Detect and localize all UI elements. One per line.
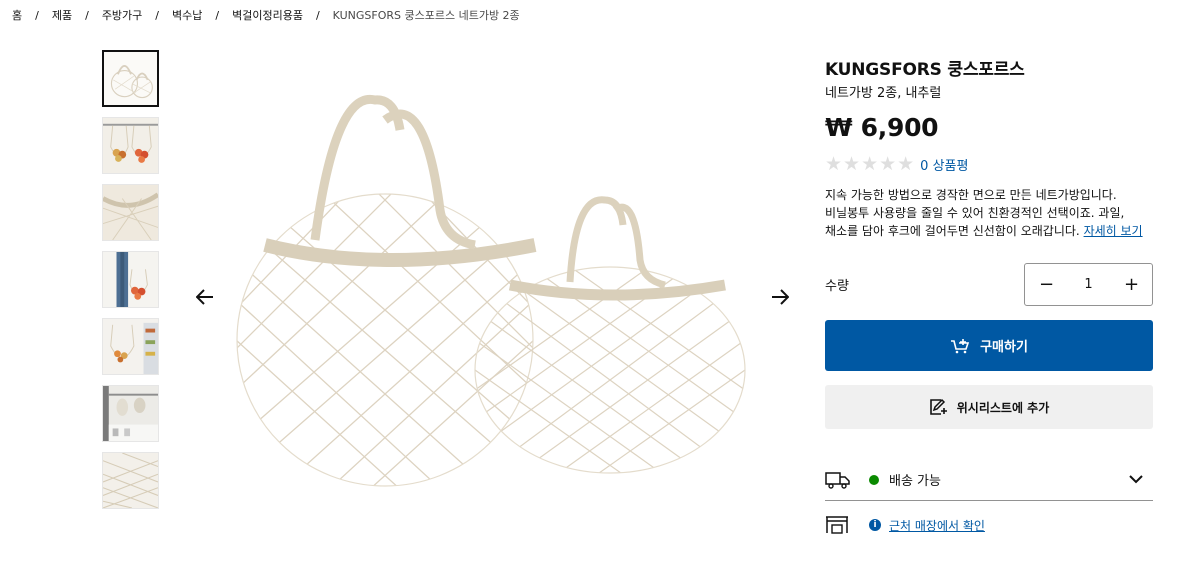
delivery-availability-row[interactable]: 배송 가능: [825, 459, 1153, 501]
next-image-button[interactable]: [768, 285, 792, 309]
quantity-stepper: − 1 +: [1024, 263, 1153, 306]
breadcrumb-separator: /: [85, 8, 89, 22]
thumbnail-bag-pair[interactable]: [102, 50, 159, 107]
description-line-1: 지속 가능한 방법으로 경작한 면으로 만든 네트가방입니다.: [825, 188, 1117, 202]
info-icon: i: [869, 519, 881, 531]
net-bags-illustration: [236, 94, 746, 487]
arrow-right-icon: [772, 289, 789, 305]
thumbnail-person-carrying[interactable]: [102, 251, 159, 308]
quantity-value[interactable]: 1: [1084, 277, 1092, 292]
thumbnail-hanging-produce-image: [103, 118, 158, 173]
thumbnail-rail-bags[interactable]: [102, 385, 159, 442]
breadcrumb-separator: /: [155, 8, 160, 22]
breadcrumb-wall-storage[interactable]: 벽수납: [172, 7, 202, 23]
store-icon: [825, 516, 859, 534]
truck-icon: [825, 471, 859, 489]
product-info-panel: KUNGSFORS 쿵스포르스 네트가방 2종, 내추럴 ₩ 6,900 ★★★…: [825, 58, 1153, 240]
thumbnail-strip: [102, 50, 159, 519]
breadcrumb-current: KUNGSFORS 쿵스포르스 네트가방 2종: [332, 9, 520, 22]
delivery-status-label: 배송 가능: [889, 474, 941, 489]
thumbnail-bag-pair-image: [104, 52, 157, 105]
buy-button-label: 구매하기: [980, 340, 1028, 355]
rating: ★★★★★ 0 상품평: [825, 154, 1153, 174]
thumbnail-person-carrying-image: [103, 252, 158, 307]
quantity-row: 수량 − 1 +: [825, 263, 1153, 306]
thumbnail-net-closeup-image: [103, 185, 158, 240]
review-count-link[interactable]: 0 상품평: [920, 155, 968, 174]
thumbnail-net-closeup[interactable]: [102, 184, 159, 241]
thumbnail-net-pattern-image: [103, 453, 158, 508]
breadcrumb-kitchen-furniture[interactable]: 주방가구: [102, 7, 142, 23]
quantity-increase-button[interactable]: +: [1124, 275, 1139, 294]
thumbnail-kitchen-wall[interactable]: [102, 318, 159, 375]
breadcrumb-home[interactable]: 홈: [12, 7, 22, 23]
previous-image-button[interactable]: [193, 285, 217, 309]
quantity-label: 수량: [825, 279, 849, 294]
product-subtitle: 네트가방 2종, 내추럴: [825, 86, 942, 101]
check-nearby-store-link[interactable]: 근처 매장에서 확인: [889, 517, 985, 534]
wishlist-add-icon: [929, 398, 947, 416]
breadcrumb-separator: /: [35, 8, 39, 22]
product-description: 지속 가능한 방법으로 경작한 면으로 만든 네트가방입니다. 비닐봉투 사용량…: [825, 186, 1153, 240]
chevron-down-icon: [1129, 475, 1143, 484]
breadcrumb: 홈 / 제품 / 주방가구 / 벽수납 / 벽걸이정리용품 / KUNGSFOR…: [12, 6, 520, 24]
buy-button[interactable]: 구매하기: [825, 320, 1153, 371]
thumbnail-hanging-produce[interactable]: [102, 117, 159, 174]
cart-add-icon: [950, 338, 970, 354]
breadcrumb-products[interactable]: 제품: [52, 7, 72, 23]
quantity-decrease-button[interactable]: −: [1039, 275, 1054, 294]
add-to-wishlist-button[interactable]: 위시리스트에 추가: [825, 385, 1153, 429]
description-line-2: 비닐봉투 사용량을 줄일 수 있어 친환경적인 선택이죠. 과일,: [825, 206, 1125, 220]
more-details-link[interactable]: 자세히 보기: [1084, 224, 1143, 238]
breadcrumb-wall-organizers[interactable]: 벽걸이정리용품: [232, 7, 303, 23]
rating-stars[interactable]: ★★★★★: [825, 154, 915, 174]
breadcrumb-separator: /: [315, 8, 320, 22]
thumbnail-rail-bags-image: [103, 386, 158, 441]
wishlist-button-label: 위시리스트에 추가: [956, 400, 1050, 415]
description-line-3: 채소를 담아 후크에 걸어두면 신선함이 오래갑니다.: [825, 224, 1080, 238]
thumbnail-net-pattern[interactable]: [102, 452, 159, 509]
main-product-image: [225, 60, 765, 530]
thumbnail-kitchen-wall-image: [103, 319, 158, 374]
product-price: ₩ 6,900: [825, 113, 939, 142]
delivery-status-dot: [869, 474, 879, 485]
arrow-left-icon: [196, 289, 213, 305]
store-availability-row: i 근처 매장에서 확인: [825, 513, 1153, 537]
product-title: KUNGSFORS 쿵스포르스: [825, 60, 1025, 80]
breadcrumb-separator: /: [215, 8, 220, 22]
